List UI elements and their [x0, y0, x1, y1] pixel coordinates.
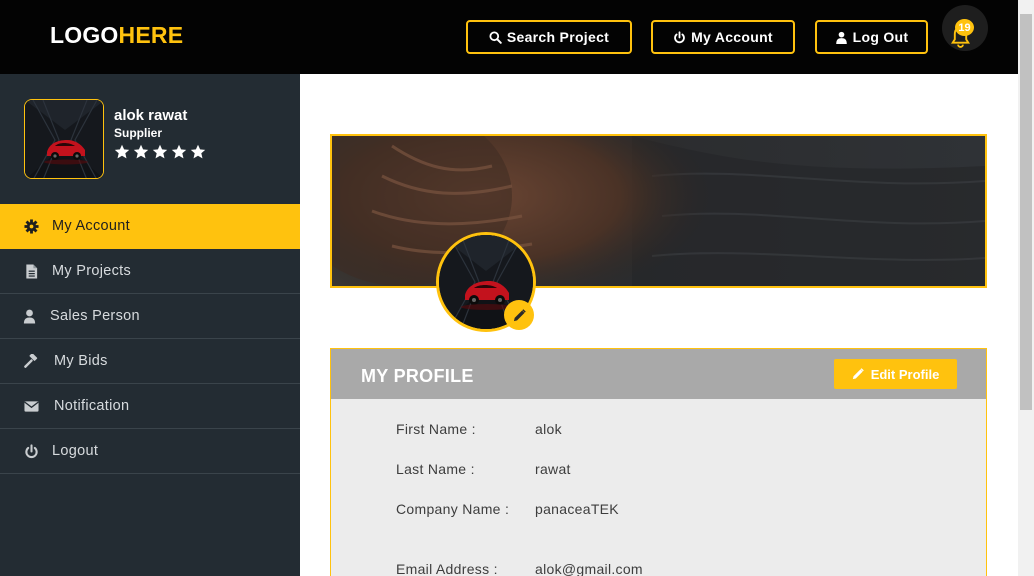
sidebar-nav: My Account My Projects Sales Person My B…: [0, 204, 300, 474]
page-scrollbar[interactable]: [1018, 0, 1034, 576]
star-icon: [114, 144, 130, 159]
file-icon: [26, 264, 38, 279]
sidebar-item-label: My Projects: [52, 263, 132, 279]
sidebar-item-label: My Account: [52, 218, 130, 234]
profile-card-title: MY PROFILE: [361, 366, 474, 386]
my-account-button[interactable]: My Account: [651, 20, 795, 54]
star-icon: [133, 144, 149, 159]
sidebar-item-label: Logout: [52, 443, 99, 459]
search-project-label: Search Project: [506, 29, 610, 45]
company-name-label: Company Name :: [396, 501, 510, 517]
logo[interactable]: LOGOHERE: [50, 22, 183, 49]
log-out-label: Log Out: [852, 29, 909, 45]
edit-profile-label: Edit Profile: [870, 366, 940, 382]
sidebar-item-notification[interactable]: Notification: [0, 384, 300, 429]
power-icon: [674, 30, 685, 43]
edit-avatar-button[interactable]: [504, 300, 534, 330]
user-icon: [835, 31, 847, 44]
pencil-icon: [852, 368, 864, 380]
gavel-icon: [24, 354, 38, 368]
email-address-value: alok@gmail.com: [535, 561, 643, 576]
envelope-icon: [24, 401, 39, 412]
gear-icon: [24, 219, 39, 234]
logo-part-1: LOGO: [50, 22, 119, 48]
top-header: LOGOHERE Search Project My Account Log O…: [0, 0, 1018, 74]
profile-cover-banner: [330, 134, 987, 288]
scrollbar-thumb[interactable]: [1020, 14, 1032, 410]
edit-profile-button[interactable]: Edit Profile: [834, 359, 957, 389]
user-icon: [23, 309, 36, 324]
sidebar-avatar[interactable]: [24, 99, 104, 179]
logo-part-2: HERE: [118, 22, 184, 48]
sidebar-item-logout[interactable]: Logout: [0, 429, 300, 474]
rating-stars: [114, 144, 206, 160]
my-account-label: My Account: [691, 29, 773, 45]
last-name-label: Last Name :: [396, 461, 475, 477]
sidebar-user-role: Supplier: [114, 126, 163, 140]
sidebar: alok rawat Supplier My Account My Projec…: [0, 74, 300, 576]
power-icon: [25, 444, 38, 459]
star-icon: [171, 144, 187, 159]
search-icon: [489, 30, 502, 44]
star-icon: [152, 144, 168, 159]
star-icon: [190, 144, 206, 159]
sidebar-item-sales-person[interactable]: Sales Person: [0, 294, 300, 339]
car-photo-thumbnail: [25, 100, 103, 178]
first-name-label: First Name :: [396, 421, 476, 437]
pencil-icon: [513, 308, 526, 321]
notification-count-badge: 19: [955, 19, 974, 36]
sidebar-item-my-bids[interactable]: My Bids: [0, 339, 300, 384]
email-address-label: Email Address :: [396, 561, 498, 576]
profile-card-header: MY PROFILE Edit Profile: [331, 349, 986, 399]
cover-photo: [332, 136, 985, 286]
sidebar-item-label: Notification: [54, 398, 130, 414]
search-project-button[interactable]: Search Project: [466, 20, 632, 54]
profile-card: MY PROFILE Edit Profile First Name : alo…: [330, 348, 987, 576]
sidebar-user-name: alok rawat: [114, 107, 188, 124]
sidebar-item-label: Sales Person: [50, 308, 140, 324]
last-name-value: rawat: [535, 461, 571, 477]
sidebar-item-my-account[interactable]: My Account: [0, 204, 300, 249]
first-name-value: alok: [535, 421, 562, 437]
log-out-button[interactable]: Log Out: [815, 20, 928, 54]
sidebar-item-my-projects[interactable]: My Projects: [0, 249, 300, 294]
company-name-value: panaceaTEK: [535, 501, 619, 517]
sidebar-item-label: My Bids: [54, 353, 108, 369]
